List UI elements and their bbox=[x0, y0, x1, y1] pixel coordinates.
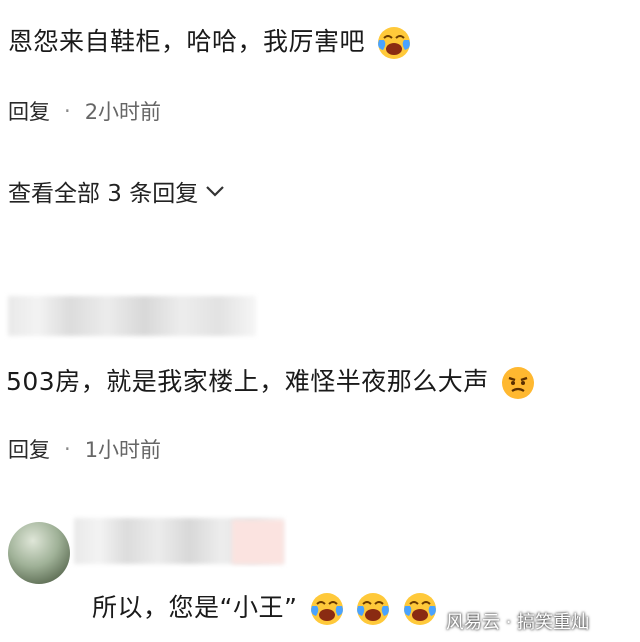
laugh-cry-emoji-icon bbox=[403, 593, 436, 625]
reply-button[interactable]: 回复 bbox=[8, 434, 50, 464]
separator-dot: · bbox=[64, 437, 71, 461]
laugh-cry-emoji-icon bbox=[310, 593, 343, 625]
avatar[interactable] bbox=[8, 522, 70, 584]
comment-text: 503房，就是我家楼上，难怪半夜那么大声 bbox=[6, 362, 535, 400]
comment-time: 2小时前 bbox=[84, 100, 162, 124]
blurred-username bbox=[8, 296, 256, 336]
comment-text-content: 恩怨来自鞋柜，哈哈，我厉害吧 bbox=[8, 27, 366, 56]
reply-button[interactable]: 回复 bbox=[8, 96, 50, 126]
view-all-replies-link[interactable]: 查看全部 3 条回复 bbox=[8, 174, 226, 208]
comment-text: 恩怨来自鞋柜，哈哈，我厉害吧 bbox=[8, 22, 411, 60]
comment-text-content: 503房，就是我家楼上，难怪半夜那么大声 bbox=[6, 367, 489, 396]
separator-dot: · bbox=[64, 99, 71, 123]
laugh-cry-emoji-icon bbox=[357, 593, 390, 625]
comment-text: 所以，您是“小王” bbox=[92, 588, 437, 626]
view-all-replies-label: 查看全部 3 条回复 bbox=[8, 181, 199, 207]
comment-meta: 回复 · 2小时前 bbox=[8, 96, 161, 126]
watermark: 风易云 · 搞笑重灿 bbox=[446, 612, 590, 633]
comment-meta: 回复 · 1小时前 bbox=[8, 434, 161, 464]
blurred-badge bbox=[232, 520, 284, 564]
laugh-cry-emoji-icon bbox=[378, 27, 411, 59]
comment-text-content: 所以，您是“小王” bbox=[92, 593, 298, 622]
angry-emoji-icon bbox=[502, 367, 535, 399]
comment-time: 1小时前 bbox=[84, 438, 162, 462]
chevron-down-icon bbox=[206, 186, 225, 197]
